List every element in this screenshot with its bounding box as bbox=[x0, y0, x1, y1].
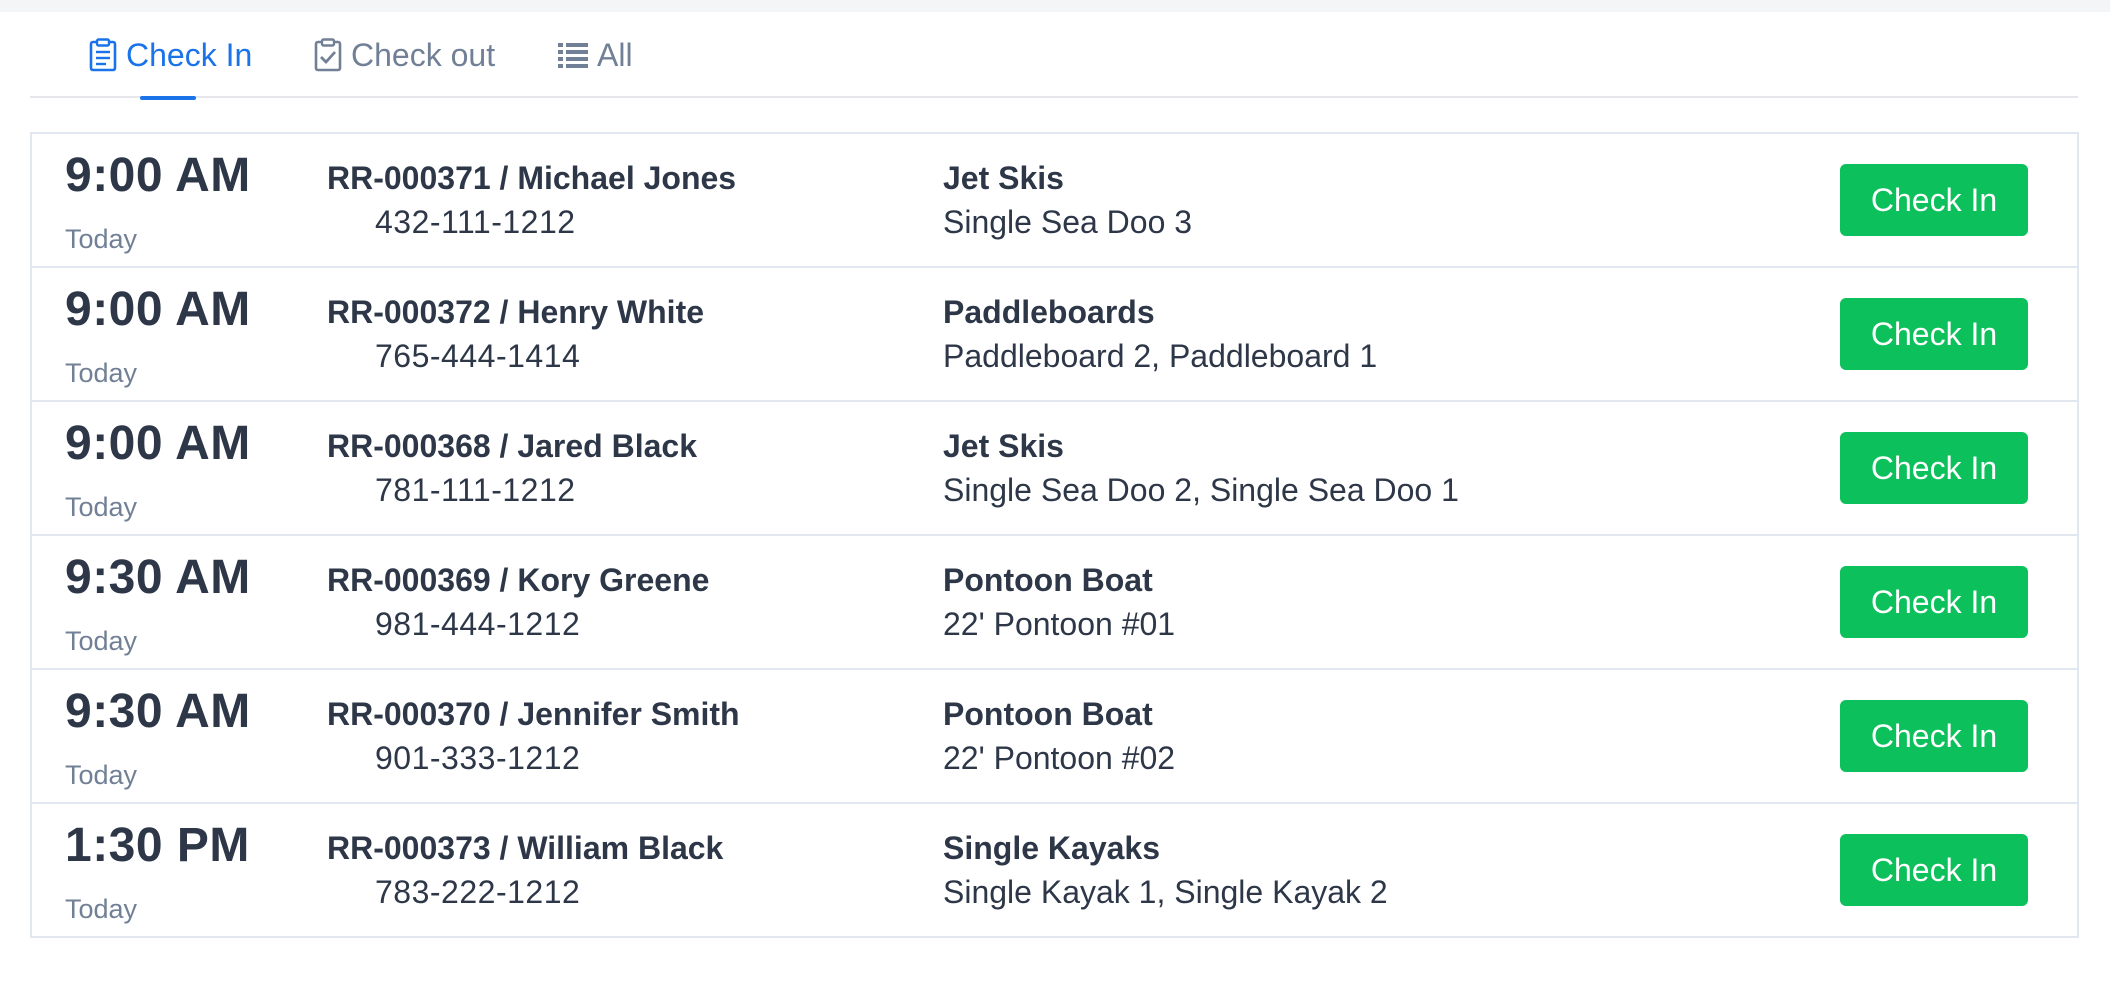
check-in-button[interactable]: Check In bbox=[1840, 164, 2028, 236]
list-item: 1:30 PM Today RR-000373 / William Black … bbox=[32, 802, 2077, 936]
reservation-day: Today bbox=[65, 224, 138, 254]
reservation-day: Today bbox=[65, 492, 138, 522]
rental-category: Single Kayaks bbox=[943, 830, 1160, 866]
list-item: 9:30 AM Today RR-000369 / Kory Greene 98… bbox=[32, 534, 2077, 668]
reservation-id-customer: RR-000371 / Michael Jones bbox=[327, 160, 737, 196]
rental-items: Single Sea Doo 2, Single Sea Doo 1 bbox=[943, 472, 1459, 508]
list-item: 9:30 AM Today RR-000370 / Jennifer Smith… bbox=[32, 668, 2077, 802]
reservation-day: Today bbox=[65, 760, 138, 790]
check-in-button[interactable]: Check In bbox=[1840, 298, 2028, 370]
list-item: 9:00 AM Today RR-000372 / Henry White 76… bbox=[32, 266, 2077, 400]
reservation-id-customer: RR-000369 / Kory Greene bbox=[327, 562, 710, 598]
top-strip bbox=[0, 0, 2110, 12]
reservation-time: 9:00 AM bbox=[65, 149, 251, 202]
rental-category: Pontoon Boat bbox=[943, 562, 1153, 598]
reservation-time: 9:00 AM bbox=[65, 417, 251, 470]
tab-check-out[interactable]: Check out bbox=[313, 12, 495, 98]
tab-all-label: All bbox=[597, 36, 633, 73]
rental-category: Pontoon Boat bbox=[943, 696, 1153, 732]
rental-items: 22' Pontoon #01 bbox=[943, 606, 1176, 642]
reservation-time: 1:30 PM bbox=[65, 819, 250, 872]
rental-category: Jet Skis bbox=[943, 160, 1064, 196]
rental-items: Paddleboard 2, Paddleboard 1 bbox=[943, 338, 1378, 374]
reservation-id-customer: RR-000370 / Jennifer Smith bbox=[327, 696, 740, 732]
check-in-button[interactable]: Check In bbox=[1840, 700, 2028, 772]
list-item: 9:00 AM Today RR-000371 / Michael Jones … bbox=[32, 134, 2077, 266]
rental-category: Jet Skis bbox=[943, 428, 1064, 464]
clipboard-list-icon bbox=[88, 38, 118, 72]
check-in-button[interactable]: Check In bbox=[1840, 432, 2028, 504]
customer-phone: 783-222-1212 bbox=[375, 874, 581, 910]
reservation-day: Today bbox=[65, 894, 138, 924]
rental-items: 22' Pontoon #02 bbox=[943, 740, 1176, 776]
tab-check-in[interactable]: Check In bbox=[88, 12, 253, 100]
reservation-day: Today bbox=[65, 626, 138, 656]
customer-phone: 981-444-1212 bbox=[375, 606, 581, 642]
reservation-id-customer: RR-000372 / Henry White bbox=[327, 294, 705, 330]
customer-phone: 432-111-1212 bbox=[375, 204, 576, 240]
check-in-button[interactable]: Check In bbox=[1840, 834, 2028, 906]
reservation-time: 9:30 AM bbox=[65, 551, 251, 604]
customer-phone: 781-111-1212 bbox=[375, 472, 576, 508]
reservation-day: Today bbox=[65, 358, 138, 388]
list-icon bbox=[557, 40, 589, 70]
list-item: 9:00 AM Today RR-000368 / Jared Black 78… bbox=[32, 400, 2077, 534]
rental-items: Single Kayak 1, Single Kayak 2 bbox=[943, 874, 1388, 910]
check-in-button[interactable]: Check In bbox=[1840, 566, 2028, 638]
customer-phone: 901-333-1212 bbox=[375, 740, 581, 776]
reservation-list: 9:00 AM Today RR-000371 / Michael Jones … bbox=[30, 132, 2079, 938]
reservation-id-customer: RR-000373 / William Black bbox=[327, 830, 724, 866]
tab-check-out-label: Check out bbox=[351, 36, 496, 73]
customer-phone: 765-444-1414 bbox=[375, 338, 581, 374]
tab-all[interactable]: All bbox=[557, 12, 633, 98]
tab-check-in-label: Check In bbox=[126, 36, 253, 73]
tab-bar: Check In Check out All bbox=[30, 12, 2078, 100]
reservation-id-customer: RR-000368 / Jared Black bbox=[327, 428, 697, 464]
rental-items: Single Sea Doo 3 bbox=[943, 204, 1193, 240]
reservation-time: 9:00 AM bbox=[65, 283, 251, 336]
active-tab-indicator bbox=[140, 96, 196, 100]
clipboard-check-icon bbox=[313, 38, 343, 72]
rental-category: Paddleboards bbox=[943, 294, 1155, 330]
reservation-time: 9:30 AM bbox=[65, 685, 251, 738]
